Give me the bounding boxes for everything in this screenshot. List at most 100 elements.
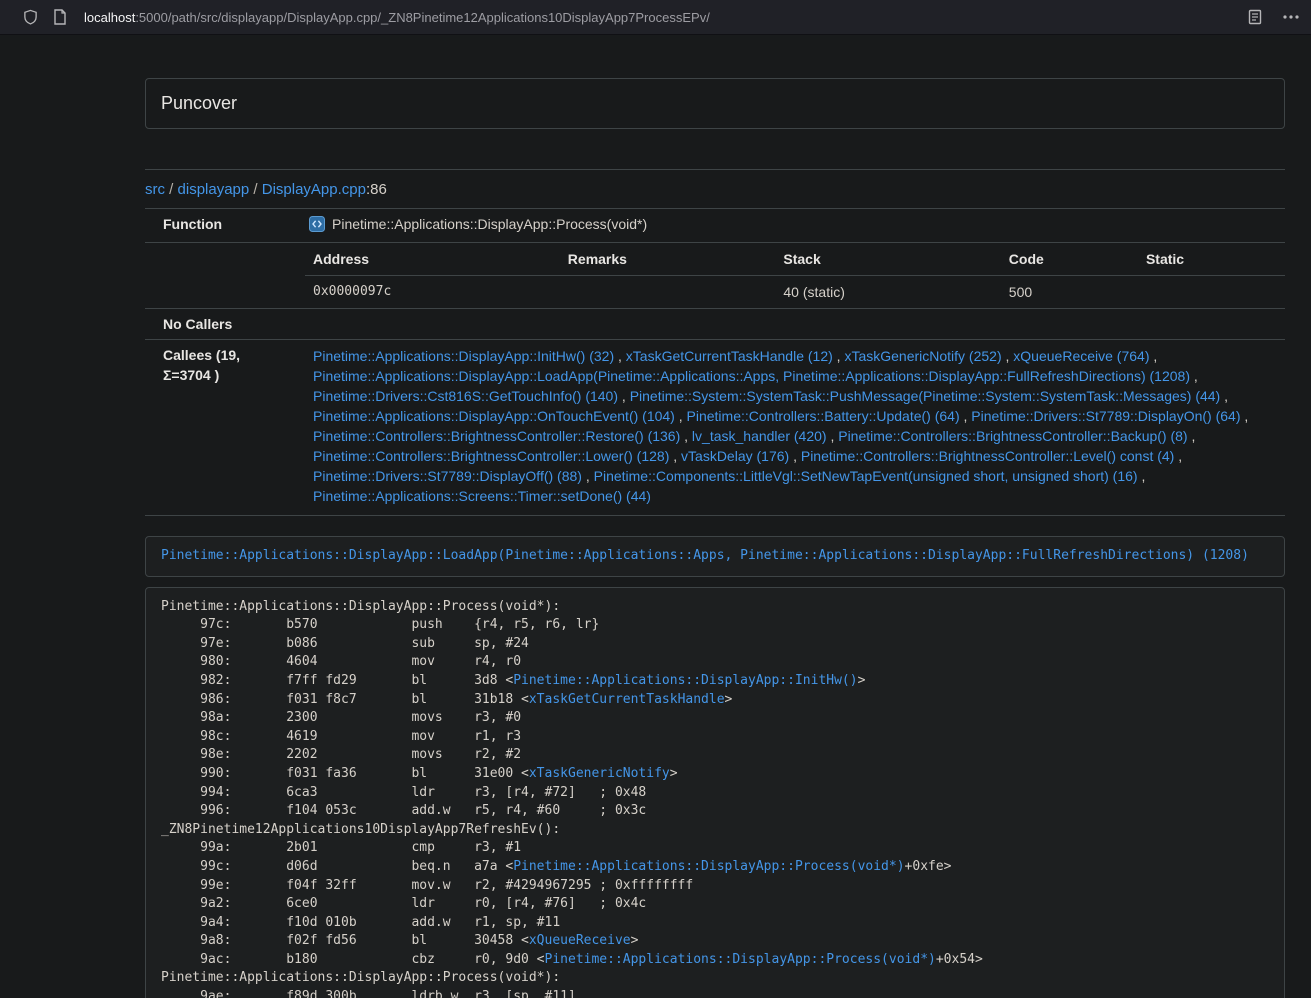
menu-dots-icon[interactable]: [1283, 15, 1299, 19]
col-header-static: Static: [1138, 243, 1285, 276]
callees-label: Callees (19, Σ=3704 ): [145, 340, 297, 516]
code-line: 994: 6ca3 ldr r3, [r4, #72] ; 0x48: [161, 784, 1269, 803]
callee-separator: ,: [1149, 348, 1157, 364]
callee-link[interactable]: Pinetime::Controllers::BrightnessControl…: [838, 428, 1187, 444]
callee-link[interactable]: Pinetime::Applications::DisplayApp::Init…: [313, 348, 614, 364]
url-bar[interactable]: localhost:5000/path/src/displayapp/Displ…: [84, 10, 1247, 25]
code-text: 9ae: f89d 300b ldrb.w r3, [sp, #11]: [161, 989, 576, 998]
selected-symbol-link[interactable]: Pinetime::Applications::DisplayApp::Load…: [161, 548, 1249, 563]
breadcrumb-line-number: :86: [366, 181, 387, 198]
code-line: 97c: b570 push {r4, r5, r6, lr}: [161, 616, 1269, 635]
code-text: 990: f031 fa36 bl 31e00 <: [161, 766, 529, 781]
callee-separator: ,: [582, 468, 594, 484]
code-text: 97c: b570 push {r4, r5, r6, lr}: [161, 617, 599, 632]
function-name-cell: Pinetime::Applications::DisplayApp::Proc…: [297, 209, 1285, 243]
code-text: 996: f104 053c add.w r5, r4, #60 ; 0x3c: [161, 803, 646, 818]
code-line: 9ac: b180 cbz r0, 9d0 <Pinetime::Applica…: [161, 951, 1269, 970]
code-text: 98e: 2202 movs r2, #2: [161, 747, 521, 762]
code-text: 994: 6ca3 ldr r3, [r4, #72] ; 0x48: [161, 785, 646, 800]
code-line: 9a8: f02f fd56 bl 30458 <xQueueReceive>: [161, 932, 1269, 951]
callee-link[interactable]: Pinetime::Drivers::Cst816S::GetTouchInfo…: [313, 388, 618, 404]
static-value: [1138, 276, 1285, 309]
stats-values-row: 0x0000097c 40 (static) 500: [305, 276, 1285, 309]
callee-separator: ,: [789, 448, 801, 464]
callee-link[interactable]: xTaskGetCurrentTaskHandle (12): [626, 348, 833, 364]
code-size-value: 500: [1001, 276, 1138, 309]
url-host: localhost: [84, 10, 135, 25]
callee-separator: ,: [827, 428, 839, 444]
stats-row: Address Remarks Stack Code Static 0x0000…: [145, 243, 1285, 309]
shield-icon[interactable]: [23, 9, 38, 25]
callers-cell: [297, 309, 1285, 340]
code-symbol-link[interactable]: xTaskGetCurrentTaskHandle: [529, 692, 725, 707]
code-line: 98a: 2300 movs r3, #0: [161, 709, 1269, 728]
code-text: 982: f7ff fd29 bl 3d8 <: [161, 673, 513, 688]
code-text: 99a: 2b01 cmp r3, #1: [161, 840, 521, 855]
callee-link[interactable]: Pinetime::Drivers::St7789::DisplayOn() (…: [971, 408, 1240, 424]
callee-link[interactable]: Pinetime::Applications::DisplayApp::Load…: [313, 368, 1190, 384]
code-line: 98e: 2202 movs r2, #2: [161, 746, 1269, 765]
selected-symbol-panel: Pinetime::Applications::DisplayApp::Load…: [145, 536, 1285, 577]
callees-row: Callees (19, Σ=3704 ) Pinetime::Applicat…: [145, 340, 1285, 516]
stats-header-row: Address Remarks Stack Code Static: [305, 243, 1285, 276]
col-header-stack: Stack: [775, 243, 1000, 276]
stats-table: Address Remarks Stack Code Static 0x0000…: [305, 243, 1285, 308]
code-line: Pinetime::Applications::DisplayApp::Proc…: [161, 598, 1269, 617]
callee-link[interactable]: lv_task_handler (420): [692, 428, 827, 444]
code-text: 986: f031 f8c7 bl 31b18 <: [161, 692, 529, 707]
reader-mode-icon[interactable]: [1247, 9, 1263, 25]
breadcrumb: src / displayapp / DisplayApp.cpp:86: [145, 181, 1285, 198]
code-symbol-link[interactable]: xQueueReceive: [529, 933, 631, 948]
code-line: 9ae: f89d 300b ldrb.w r3, [sp, #11]: [161, 988, 1269, 998]
divider: [145, 169, 1285, 170]
code-line: Pinetime::Applications::DisplayApp::Proc…: [161, 969, 1269, 988]
page-icon: [53, 9, 67, 25]
code-symbol-link[interactable]: xTaskGenericNotify: [529, 766, 670, 781]
code-symbol-link[interactable]: Pinetime::Applications::DisplayApp::Init…: [513, 673, 857, 688]
code-line: 9a2: 6ce0 ldr r0, [r4, #76] ; 0x4c: [161, 895, 1269, 914]
callee-link[interactable]: Pinetime::Applications::Screens::Timer::…: [313, 488, 651, 504]
callee-link[interactable]: Pinetime::Components::LittleVgl::SetNewT…: [594, 468, 1138, 484]
callee-link[interactable]: Pinetime::Controllers::BrightnessControl…: [801, 448, 1174, 464]
code-text: >: [725, 692, 733, 707]
code-text: +0x54>: [936, 952, 983, 967]
code-text: +0xfe>: [905, 859, 952, 874]
callee-separator: ,: [1190, 368, 1198, 384]
stack-value: 40 (static): [775, 276, 1000, 309]
callee-link[interactable]: xQueueReceive (764): [1013, 348, 1149, 364]
callee-link[interactable]: Pinetime::Drivers::St7789::DisplayOff() …: [313, 468, 582, 484]
code-text: >: [670, 766, 678, 781]
code-line: 99a: 2b01 cmp r3, #1: [161, 839, 1269, 858]
code-text: 99e: f04f 32ff mov.w r2, #4294967295 ; 0…: [161, 878, 693, 893]
code-text: 9a4: f10d 010b add.w r1, sp, #11: [161, 915, 560, 930]
callee-link[interactable]: Pinetime::Controllers::BrightnessControl…: [313, 448, 669, 464]
code-symbol-link[interactable]: Pinetime::Applications::DisplayApp::Proc…: [545, 952, 936, 967]
callees-list: Pinetime::Applications::DisplayApp::Init…: [297, 340, 1285, 516]
code-line: 99c: d06d beq.n a7a <Pinetime::Applicati…: [161, 858, 1269, 877]
code-line: 980: 4604 mov r4, r0: [161, 653, 1269, 672]
callee-link[interactable]: Pinetime::System::SystemTask::PushMessag…: [630, 388, 1221, 404]
callee-separator: ,: [1188, 428, 1196, 444]
address-value: 0x0000097c: [305, 276, 560, 309]
callee-link[interactable]: Pinetime::Controllers::BrightnessControl…: [313, 428, 680, 444]
code-line: 986: f031 f8c7 bl 31b18 <xTaskGetCurrent…: [161, 691, 1269, 710]
breadcrumb-link[interactable]: displayapp: [178, 181, 250, 198]
callee-separator: ,: [680, 428, 692, 444]
callee-link[interactable]: Pinetime::Controllers::Battery::Update()…: [687, 408, 960, 424]
breadcrumb-separator: /: [249, 181, 262, 198]
code-line: 97e: b086 sub sp, #24: [161, 635, 1269, 654]
browser-toolbar: localhost:5000/path/src/displayapp/Displ…: [0, 0, 1311, 35]
callee-link[interactable]: xTaskGenericNotify (252): [844, 348, 1001, 364]
breadcrumb-link[interactable]: DisplayApp.cpp: [262, 181, 366, 198]
col-header-address: Address: [305, 243, 560, 276]
code-text: Pinetime::Applications::DisplayApp::Proc…: [161, 599, 560, 614]
callee-separator: ,: [1002, 348, 1014, 364]
code-line: 99e: f04f 32ff mov.w r2, #4294967295 ; 0…: [161, 877, 1269, 896]
code-symbol-link[interactable]: Pinetime::Applications::DisplayApp::Proc…: [513, 859, 904, 874]
callee-link[interactable]: Pinetime::Applications::DisplayApp::OnTo…: [313, 408, 675, 424]
function-name: Pinetime::Applications::DisplayApp::Proc…: [332, 216, 647, 232]
breadcrumb-link[interactable]: src: [145, 181, 165, 198]
code-text: 9ac: b180 cbz r0, 9d0 <: [161, 952, 545, 967]
callee-link[interactable]: vTaskDelay (176): [681, 448, 789, 464]
callee-separator: ,: [960, 408, 972, 424]
